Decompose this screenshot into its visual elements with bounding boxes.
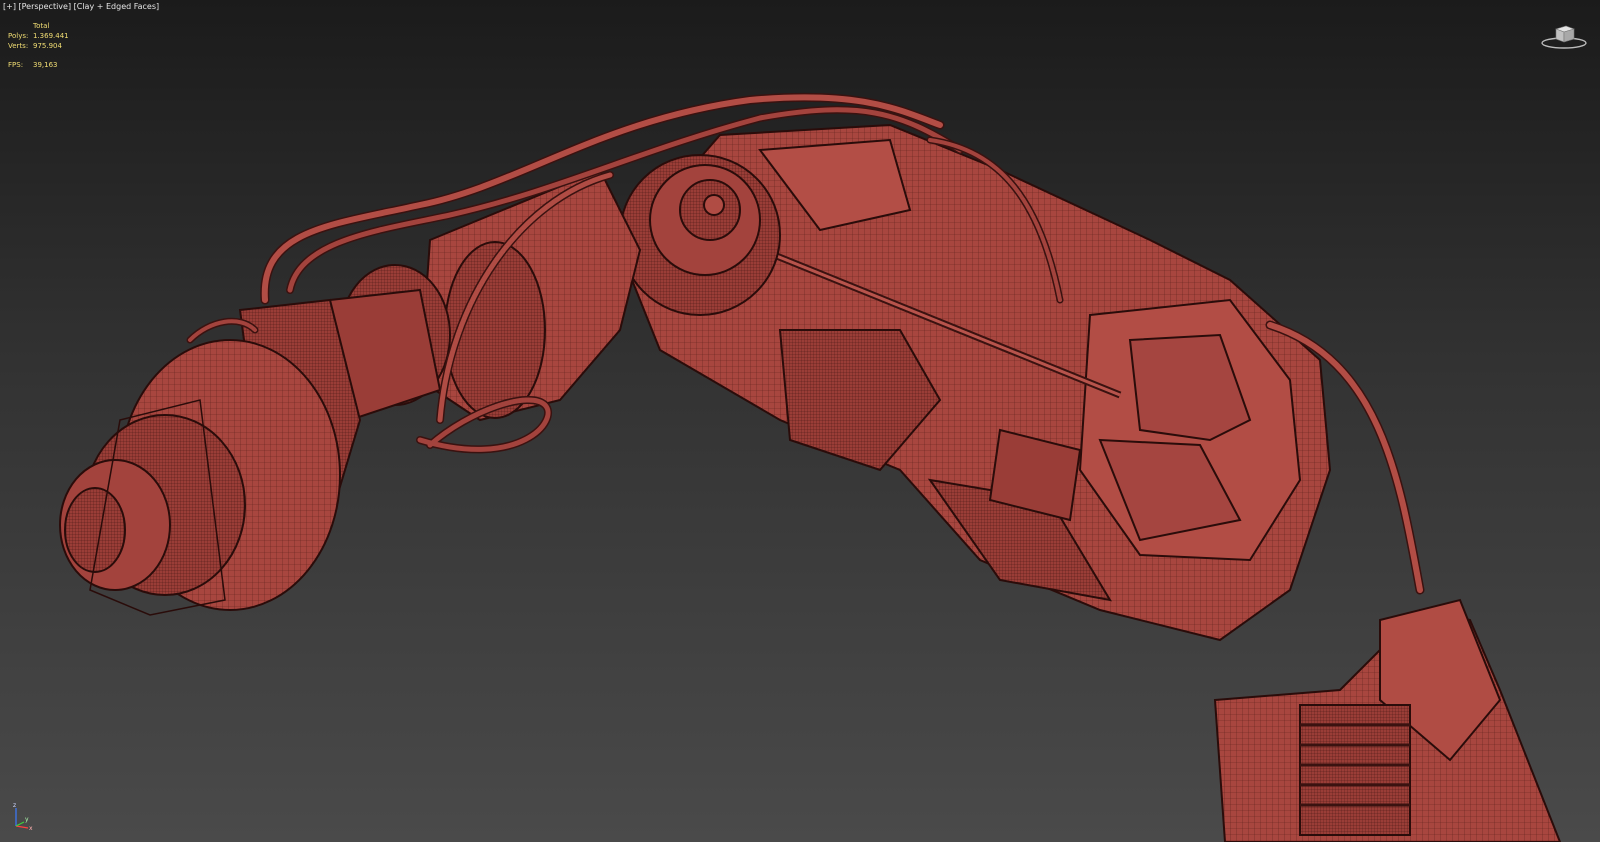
viewport-shading-label[interactable]: [Clay + Edged Faces]	[74, 2, 160, 11]
robot-arm-model[interactable]	[0, 0, 1600, 842]
verts-value: 975.904	[33, 42, 62, 50]
fps-value: 39,163	[33, 61, 58, 69]
shoulder-joint	[619, 154, 781, 316]
axis-label-y: y	[25, 816, 29, 823]
viewcube-icon[interactable]	[1540, 22, 1588, 50]
viewport-menu-plus[interactable]: [+]	[3, 2, 16, 11]
verts-label: Verts:	[8, 42, 29, 50]
end-effector	[59, 298, 362, 616]
axis-label-x: x	[29, 825, 33, 832]
viewport-view-label[interactable]: [Perspective]	[19, 2, 72, 11]
lower-arm-segment	[1213, 598, 1562, 842]
axis-label-z: z	[13, 802, 16, 809]
axis-tripod-icon: z x y	[13, 802, 33, 832]
viewport-label: [+] [Perspective] [Clay + Edged Faces]	[3, 2, 159, 11]
perspective-viewport[interactable]: [+] [Perspective] [Clay + Edged Faces] T…	[0, 0, 1600, 842]
fps-label: FPS:	[8, 61, 24, 69]
stats-header: Total	[33, 22, 50, 30]
polys-value: 1.369.441	[33, 32, 69, 40]
polys-label: Polys:	[8, 32, 29, 40]
statistics-overlay: Total Polys: 1.369.441 Verts: 975.904 FPS:…	[8, 21, 69, 70]
